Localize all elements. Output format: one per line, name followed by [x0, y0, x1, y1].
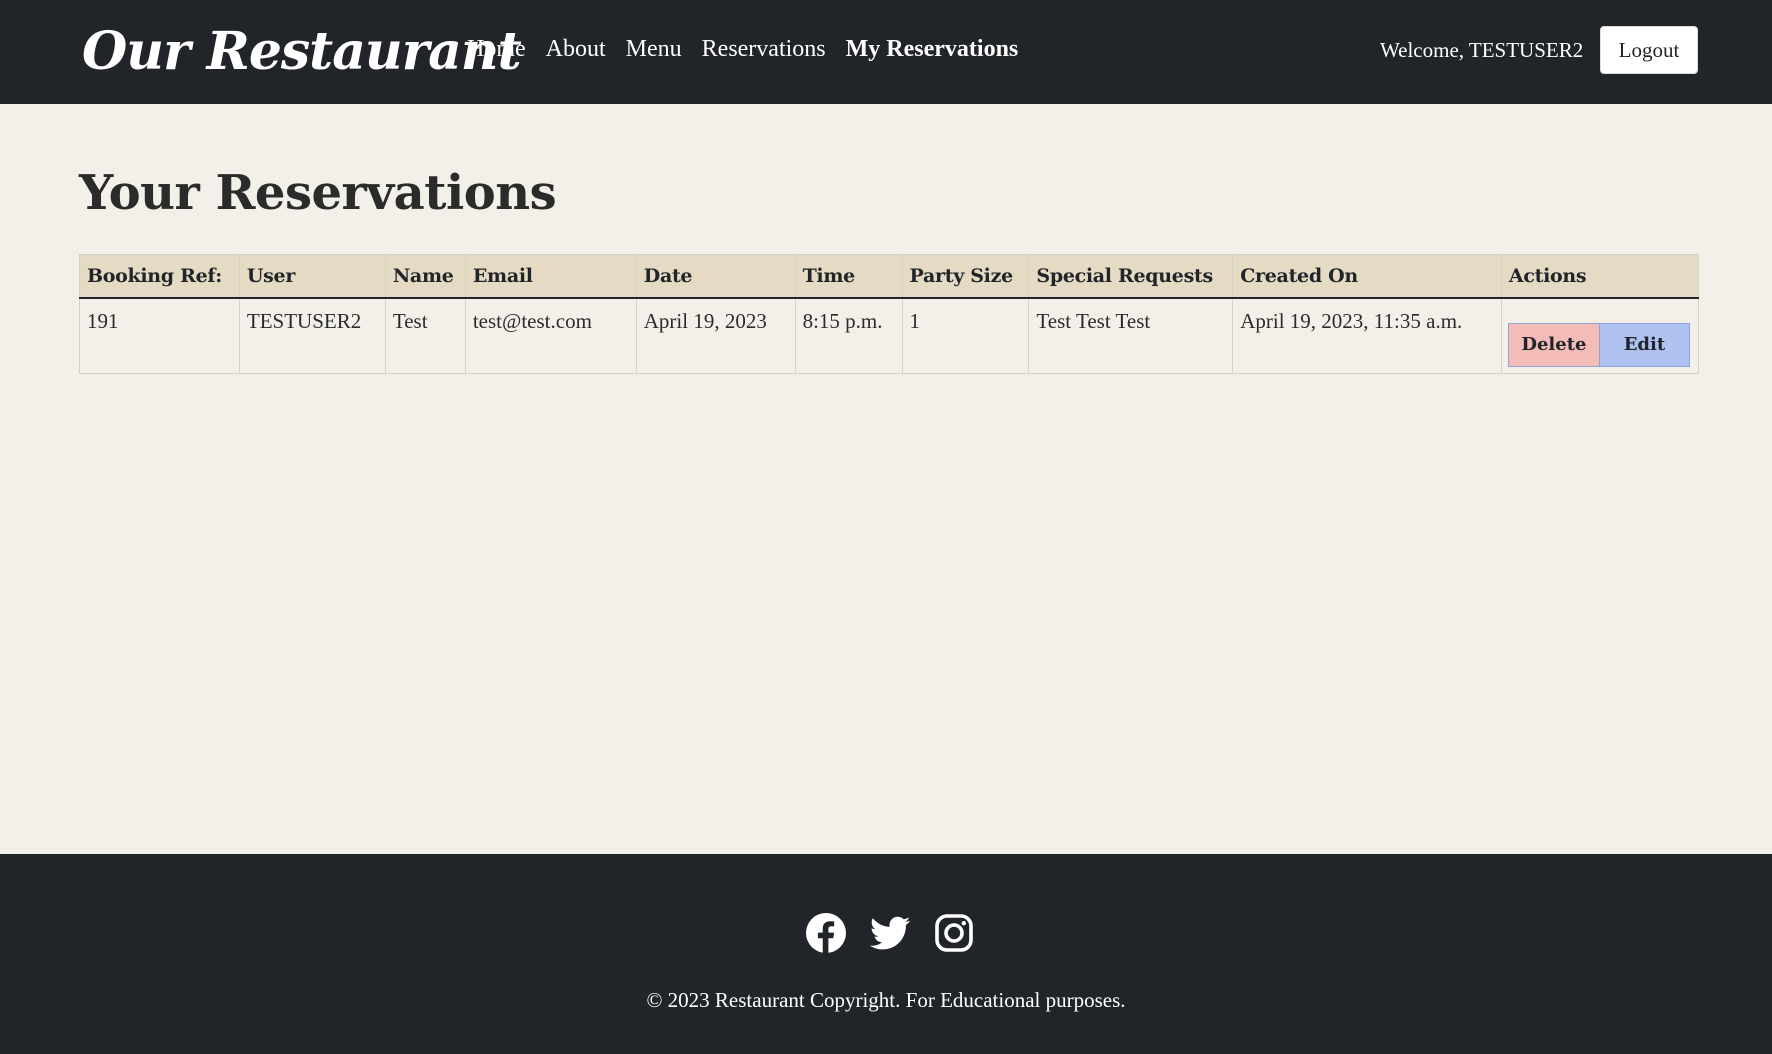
edit-button[interactable]: Edit	[1598, 322, 1690, 367]
main-content: Your Reservations Booking Ref: User Name…	[0, 104, 1772, 854]
welcome-text: Welcome, TESTUSER2	[1380, 38, 1584, 62]
twitter-icon[interactable]	[870, 913, 910, 953]
copyright-text: © 2023 Restaurant Copyright. For Educati…	[646, 988, 1126, 1012]
column-header-booking-ref: Booking Ref:	[79, 254, 240, 299]
action-button-group: Delete Edit	[1507, 322, 1692, 367]
cell-booking-ref: 191	[79, 297, 240, 374]
column-header-date: Date	[635, 254, 796, 299]
instagram-icon[interactable]	[934, 913, 974, 953]
table-header-row: Booking Ref: User Name Email Date Time P…	[79, 254, 1700, 299]
column-header-user: User	[238, 254, 386, 299]
column-header-created-on: Created On	[1232, 254, 1502, 299]
cell-user: TESTUSER2	[238, 297, 386, 374]
cell-party-size: 1	[901, 297, 1030, 374]
cell-name: Test	[384, 297, 466, 374]
nav-link-reservations[interactable]: Reservations	[702, 32, 826, 66]
logout-button[interactable]: Logout	[1600, 26, 1698, 74]
cell-special-requests: Test Test Test	[1028, 297, 1234, 374]
nav-link-menu[interactable]: Menu	[626, 32, 682, 66]
column-header-party-size: Party Size	[901, 254, 1030, 299]
nav-link-home[interactable]: Home	[467, 32, 526, 66]
top-navbar: Our Restaurant Home About Menu Reservati…	[0, 0, 1772, 104]
footer: © 2023 Restaurant Copyright. For Educati…	[0, 854, 1772, 1054]
brand-logo[interactable]: Our Restaurant	[82, 18, 522, 86]
column-header-special-requests: Special Requests	[1028, 254, 1234, 299]
nav-links: Home About Menu Reservations My Reservat…	[467, 32, 1038, 66]
cell-time: 8:15 p.m.	[794, 297, 903, 374]
column-header-actions: Actions	[1500, 254, 1700, 299]
column-header-time: Time	[794, 254, 903, 299]
delete-button[interactable]: Delete	[1507, 322, 1599, 367]
column-header-email: Email	[464, 254, 637, 299]
nav-link-about[interactable]: About	[546, 32, 606, 66]
cell-email: test@test.com	[464, 297, 637, 374]
page-title: Your Reservations	[79, 165, 557, 221]
table-row: 191 TESTUSER2 Test test@test.com April 1…	[79, 297, 1700, 374]
column-header-name: Name	[384, 254, 466, 299]
cell-actions: Delete Edit	[1500, 297, 1700, 374]
social-links	[806, 913, 974, 953]
facebook-icon[interactable]	[806, 913, 846, 953]
cell-date: April 19, 2023	[635, 297, 796, 374]
cell-created-on: April 19, 2023, 11:35 a.m.	[1232, 297, 1502, 374]
reservations-table: Booking Ref: User Name Email Date Time P…	[79, 254, 1700, 374]
nav-link-my-reservations[interactable]: My Reservations	[846, 32, 1019, 66]
